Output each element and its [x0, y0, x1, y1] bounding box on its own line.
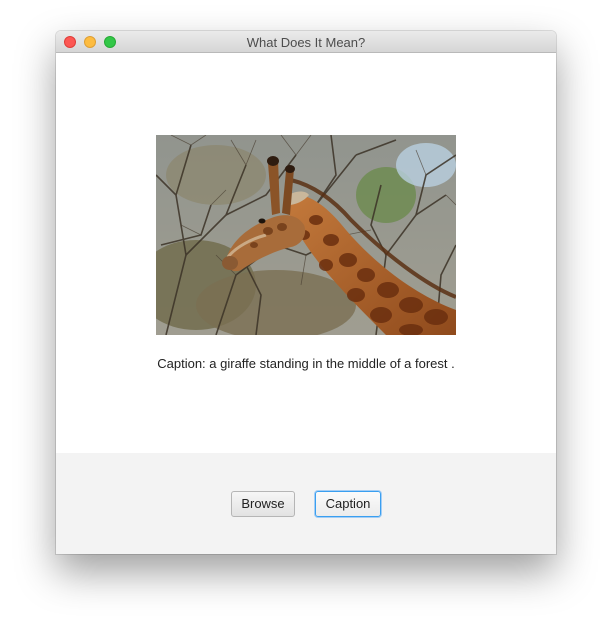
caption-button[interactable]: Caption: [315, 491, 381, 517]
window-title: What Does It Mean?: [246, 35, 366, 50]
main-content: Caption: a giraffe standing in the middl…: [56, 53, 556, 453]
caption-text: Caption: a giraffe standing in the middl…: [157, 356, 455, 371]
browse-button[interactable]: Browse: [231, 491, 295, 517]
button-bar: Browse Caption: [56, 453, 556, 554]
app-window: What Does It Mean? Caption: a giraffe st…: [56, 31, 556, 554]
giraffe-photo: [156, 135, 456, 335]
title-bar[interactable]: What Does It Mean?: [56, 31, 556, 53]
